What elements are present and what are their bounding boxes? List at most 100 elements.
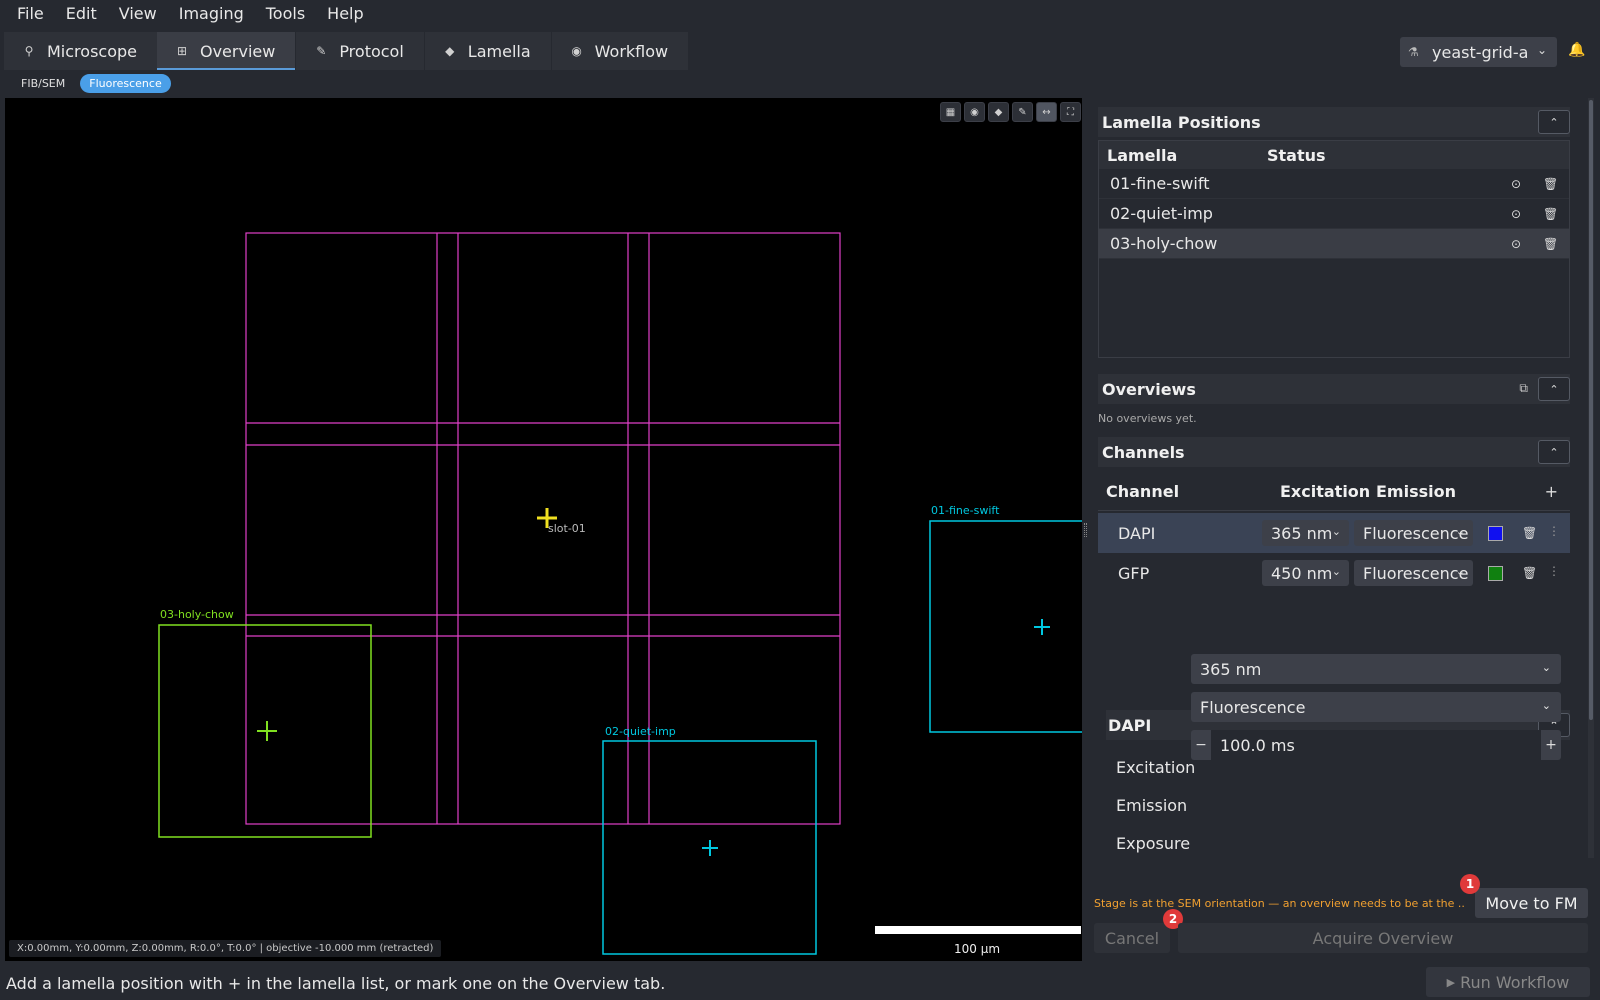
run-workflow-button[interactable]: ▶ Run Workflow [1426, 967, 1590, 997]
excitation-value: 365 nm [1271, 523, 1333, 543]
emission-dropdown[interactable]: Fluorescence ⌄ [1191, 692, 1561, 722]
target-icon[interactable]: ⊙ [1511, 207, 1521, 221]
project-select[interactable]: ⚗ yeast-grid-a ⌄ [1400, 37, 1557, 67]
menu-tools[interactable]: Tools [255, 0, 316, 28]
channels-header: Channels ⌃ [1098, 437, 1570, 467]
section-title: Overviews [1102, 379, 1196, 399]
layers-icon: ◆ [445, 44, 455, 58]
excitation-value: 450 nm [1271, 563, 1333, 583]
badge-1: 1 [1460, 874, 1480, 894]
overview-canvas[interactable]: slot-01 01-fine-swift 02-quiet-imp 03-ho… [5, 98, 1082, 961]
measure-icon[interactable]: ↔ [1036, 102, 1057, 122]
play-circle-icon: ◉ [571, 44, 582, 58]
trash-icon[interactable]: 🗑 [1543, 207, 1558, 221]
menu-help[interactable]: Help [316, 0, 374, 28]
trash-icon[interactable]: 🗑 [1543, 177, 1558, 191]
overviews-empty: No overviews yet. [1098, 412, 1197, 425]
tab-workflow[interactable]: ◉ Workflow [552, 32, 688, 70]
tab-lamella[interactable]: ◆ Lamella [425, 32, 551, 70]
status-bar: Add a lamella position with + in the lam… [0, 966, 1600, 1000]
excitation-dropdown[interactable]: 365 nm ⌄ [1191, 654, 1561, 684]
target-icon[interactable]: ⊙ [1511, 177, 1521, 191]
menu-view[interactable]: View [108, 0, 168, 28]
stage-coordinates: X:0.00mm, Y:0.00mm, Z:0.00mm, R:0.0°, T:… [9, 940, 442, 957]
lamella-label-01: 01-fine-swift [931, 504, 1000, 517]
imaging-mode-tabs: FIB/SEM Fluorescence [12, 74, 171, 93]
more-icon[interactable]: ⋮ [1548, 524, 1560, 538]
menu-edit[interactable]: Edit [55, 0, 108, 28]
column-emission: Emission [1376, 481, 1456, 501]
channel-name: DAPI [1118, 524, 1156, 543]
collapse-button[interactable]: ⌃ [1538, 377, 1570, 401]
emission-select[interactable]: Fluorescence ⌄ [1354, 560, 1473, 586]
trash-icon[interactable]: 🗑 [1522, 526, 1537, 540]
lamella-marker-03 [257, 721, 277, 741]
chevron-down-icon: ⌄ [1455, 525, 1465, 538]
tab-label: Workflow [594, 41, 669, 61]
subtab-fibsem[interactable]: FIB/SEM [12, 74, 74, 93]
overview-drawing: slot-01 01-fine-swift 02-quiet-imp 03-ho… [158, 232, 1082, 955]
cancel-button[interactable]: Cancel [1094, 923, 1170, 953]
excitation-value: 365 nm [1200, 659, 1262, 679]
decrement-button[interactable]: − [1191, 730, 1211, 760]
table-row[interactable]: 01-fine-swift ⊙ 🗑 [1099, 169, 1569, 199]
acquire-overview-button[interactable]: Acquire Overview [1178, 923, 1588, 953]
lamella-table: Lamella Status 01-fine-swift ⊙ 🗑 02-quie… [1098, 140, 1570, 358]
lamella-name: 03-holy-chow [1110, 234, 1218, 253]
layers-icon[interactable]: ◆ [988, 102, 1009, 122]
grid-label: slot-01 [548, 522, 586, 535]
add-overview-icon[interactable]: ⧉ [1519, 381, 1528, 396]
excitation-select[interactable]: 365 nm ⌄ [1262, 520, 1349, 546]
channel-color-swatch[interactable] [1488, 566, 1503, 581]
emission-label: Emission [1116, 795, 1188, 815]
more-icon[interactable]: ⋮ [1548, 564, 1560, 578]
move-to-fm-button[interactable]: Move to FM [1475, 888, 1588, 918]
emission-value: Fluorescence [1200, 697, 1306, 717]
exposure-input[interactable]: 100.0 ms [1211, 730, 1541, 760]
collapse-button[interactable]: ⌃ [1538, 440, 1570, 464]
lamella-box-01 [929, 520, 1082, 733]
chevron-down-icon: ⌄ [1541, 661, 1551, 674]
fit-icon[interactable]: ⛶ [1060, 102, 1081, 122]
lamella-name: 02-quiet-imp [1110, 204, 1213, 223]
bell-icon[interactable]: 🔔 [1568, 42, 1585, 58]
flask-icon: ⚗ [1408, 45, 1419, 59]
exposure-label: Exposure [1116, 833, 1191, 853]
viewer-toolbar: ▦ ◉ ◆ ✎ ↔ ⛶ [940, 102, 1081, 122]
lamella-label-03: 03-holy-chow [160, 608, 234, 621]
menu-file[interactable]: File [6, 0, 55, 28]
table-row[interactable]: 02-quiet-imp ⊙ 🗑 [1099, 199, 1569, 229]
subtab-fluorescence[interactable]: Fluorescence [80, 74, 171, 93]
target-icon[interactable]: ⊙ [1511, 237, 1521, 251]
eye-icon[interactable]: ◉ [964, 102, 985, 122]
tab-protocol[interactable]: ✎ Protocol [296, 32, 423, 70]
emission-value: Fluorescence [1363, 523, 1469, 543]
channel-row-gfp[interactable]: GFP 450 nm ⌄ Fluorescence ⌄ 🗑 ⋮ [1098, 553, 1570, 593]
channel-color-swatch[interactable] [1488, 526, 1503, 541]
excitation-select[interactable]: 450 nm ⌄ [1262, 560, 1349, 586]
add-channel-button[interactable]: + [1545, 482, 1558, 501]
trash-icon[interactable]: 🗑 [1543, 237, 1558, 251]
channel-row-dapi[interactable]: DAPI 365 nm ⌄ Fluorescence ⌄ 🗑 ⋮ [1098, 513, 1570, 553]
scrollbar-thumb[interactable] [1589, 100, 1593, 720]
trash-icon[interactable]: 🗑 [1522, 566, 1537, 580]
collapse-button[interactable]: ⌃ [1538, 110, 1570, 134]
tab-label: Lamella [467, 41, 531, 61]
tab-microscope[interactable]: ⚲ Microscope [4, 32, 157, 70]
increment-button[interactable]: + [1541, 730, 1561, 760]
panel-splitter[interactable] [1082, 98, 1090, 961]
excitation-row: Excitation [1116, 752, 1195, 782]
section-title: DAPI [1108, 715, 1152, 735]
project-name: yeast-grid-a [1432, 42, 1529, 62]
pencil-icon[interactable]: ✎ [1012, 102, 1033, 122]
emission-select[interactable]: Fluorescence ⌄ [1354, 520, 1473, 546]
menu-imaging[interactable]: Imaging [168, 0, 255, 28]
channel-name: GFP [1118, 564, 1150, 583]
table-row[interactable]: 03-holy-chow ⊙ 🗑 [1099, 229, 1569, 259]
exposure-stepper: − 100.0 ms + [1191, 730, 1561, 760]
emission-row: Emission [1116, 790, 1187, 820]
tab-overview[interactable]: ⊞ Overview [156, 32, 296, 70]
grid-icon[interactable]: ▦ [940, 102, 961, 122]
column-status: Status [1267, 145, 1326, 165]
column-excitation: Excitation [1280, 481, 1371, 501]
